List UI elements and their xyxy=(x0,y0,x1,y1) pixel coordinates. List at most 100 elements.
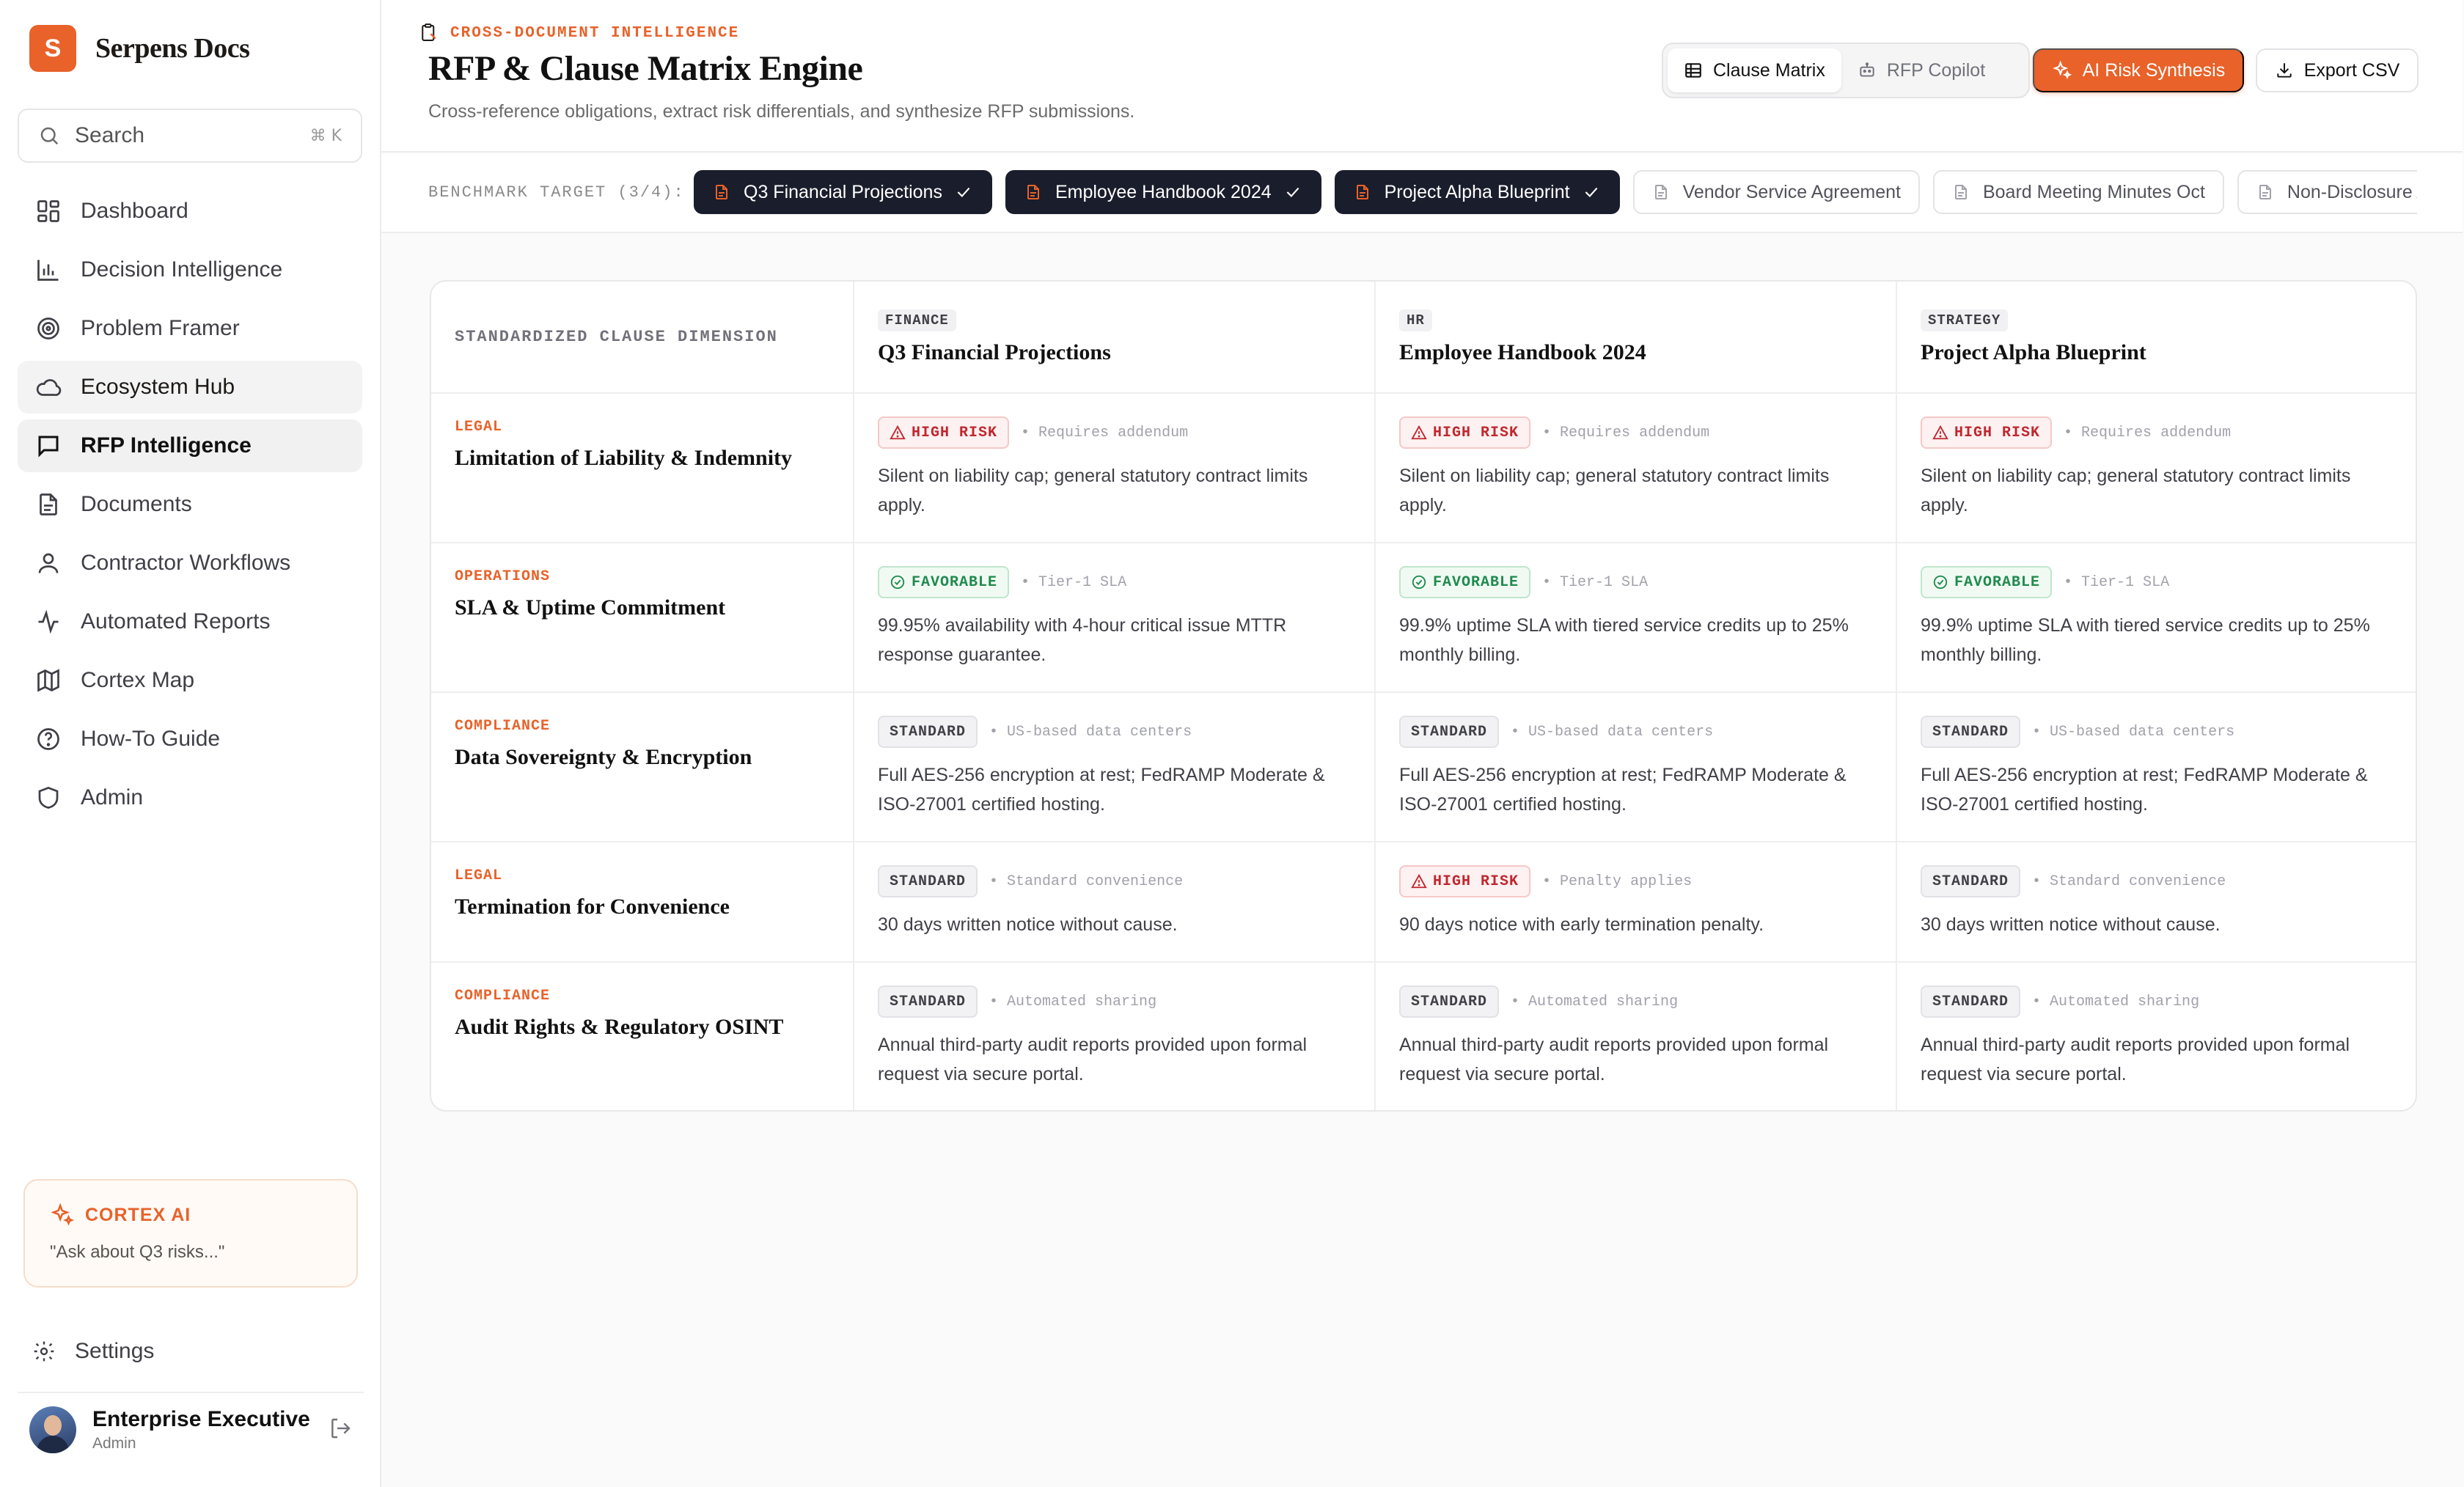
sidebar-item-documents[interactable]: Documents xyxy=(18,478,362,531)
tab-rfp-copilot[interactable]: RFP Copilot xyxy=(1841,48,2001,92)
ai-risk-synthesis-button[interactable]: AI Risk Synthesis xyxy=(2033,48,2244,92)
sidebar-item-label: How-To Guide xyxy=(81,727,221,751)
brand[interactable]: S Serpens Docs xyxy=(29,25,250,72)
table-row: COMPLIANCE Data Sovereignty & Encryption S… xyxy=(431,692,2416,842)
divider xyxy=(18,1392,364,1393)
clause-note: • Tier-1 SLA xyxy=(2064,573,2170,591)
clause-note-text: Standard convenience xyxy=(1007,873,1184,890)
table-row: LEGAL Termination for Convenience STANDARD… xyxy=(431,842,2416,963)
clause-note: • Requires addendum xyxy=(2064,424,2232,441)
clause-description: Silent on liability cap; general statuto… xyxy=(1921,466,2351,515)
tab-clause-matrix[interactable]: Clause Matrix xyxy=(1668,48,1841,92)
clause-cell[interactable]: STANDARD • US-based data centers Full AES-… xyxy=(1375,692,1897,842)
clause-cell[interactable]: STANDARD • US-based data centers Full AES-… xyxy=(854,692,1376,842)
clause-description: 30 days written notice without cause. xyxy=(1921,914,2221,935)
column-header: FINANCE Q3 Financial Projections xyxy=(854,282,1376,394)
clause-note: • US-based data centers xyxy=(1511,723,1714,741)
risk-badge: HIGH RISK xyxy=(1399,416,1531,449)
chip-label: Project Alpha Blueprint xyxy=(1384,181,1570,202)
settings-label: Settings xyxy=(75,1339,155,1363)
target-icon xyxy=(37,317,59,339)
clause-cell[interactable]: STANDARD • Automated sharing Annual third-… xyxy=(854,962,1376,1110)
alert-triangle-icon xyxy=(1411,873,1427,889)
clause-note: • Tier-1 SLA xyxy=(1021,573,1127,591)
settings-link[interactable]: Settings xyxy=(32,1339,154,1364)
clause-name: SLA & Uptime Commitment xyxy=(455,595,726,620)
file-text-icon xyxy=(40,493,57,515)
clause-cell[interactable]: FAVORABLE • Tier-1 SLA 99.95% availability… xyxy=(854,543,1376,693)
sidebar-item-rfp-intelligence[interactable]: RFP Intelligence xyxy=(18,419,362,472)
clause-cell[interactable]: HIGH RISK • Requires addendum Silent on li… xyxy=(854,393,1376,543)
sidebar-item-admin[interactable]: Admin xyxy=(18,771,362,824)
chip-label: Non-Disclosure Agreement xyxy=(2287,181,2417,202)
clause-meta: HIGH RISK • Requires addendum xyxy=(878,416,1351,449)
sidebar-item-label: Decision Intelligence xyxy=(81,257,283,282)
document-chip[interactable]: Board Meeting Minutes Oct xyxy=(1932,170,2224,214)
clause-cell[interactable]: STANDARD • Standard convenience 30 days wr… xyxy=(854,842,1376,963)
clause-cell[interactable]: STANDARD • Standard convenience 30 days wr… xyxy=(1896,842,2416,963)
search-input[interactable] xyxy=(75,123,295,148)
logout-button[interactable] xyxy=(329,1417,352,1444)
chip-label: Vendor Service Agreement xyxy=(1682,181,1901,202)
document-chip[interactable]: Project Alpha Blueprint xyxy=(1334,170,1620,214)
clause-meta: STANDARD • Standard convenience xyxy=(878,864,1351,898)
page-header: CROSS-DOCUMENT INTELLIGENCE RFP & Clause… xyxy=(381,0,2463,153)
clause-note: • US-based data centers xyxy=(989,723,1192,741)
document-chip[interactable]: Vendor Service Agreement xyxy=(1632,170,1920,214)
sidebar-item-label: Dashboard xyxy=(81,199,188,223)
alert-triangle-icon xyxy=(890,425,906,440)
user-role: Admin xyxy=(92,1435,136,1452)
clause-meta: STANDARD • Automated sharing xyxy=(1921,985,2394,1018)
clause-cell[interactable]: STANDARD • US-based data centers Full AES-… xyxy=(1896,692,2416,842)
clause-cell[interactable]: HIGH RISK • Penalty applies 90 days notice… xyxy=(1375,842,1897,963)
sidebar-item-problem-framer[interactable]: Problem Framer xyxy=(18,302,362,355)
clause-matrix-table: STANDARDIZED CLAUSE DIMENSION FINANCE Q3… xyxy=(431,282,2416,1110)
document-chip[interactable]: Q3 Financial Projections xyxy=(694,170,992,214)
sidebar-item-ecosystem-hub[interactable]: Ecosystem Hub xyxy=(18,361,362,414)
sidebar-item-decision-intelligence[interactable]: Decision Intelligence xyxy=(18,243,362,296)
column-title: Project Alpha Blueprint xyxy=(1921,339,2146,364)
sidebar-item-automated-reports[interactable]: Automated Reports xyxy=(18,595,362,648)
clause-cell[interactable]: STANDARD • Automated sharing Annual third-… xyxy=(1375,962,1897,1110)
clause-description: Full AES-256 encryption at rest; FedRAMP… xyxy=(1399,765,1847,815)
clause-note: • US-based data centers xyxy=(2032,723,2235,741)
brand-logo: S xyxy=(29,25,76,72)
sidebar-item-cortex-map[interactable]: Cortex Map xyxy=(18,654,362,707)
risk-badge: STANDARD xyxy=(878,985,978,1018)
clause-cell[interactable]: FAVORABLE • Tier-1 SLA 99.9% uptime SLA wi… xyxy=(1375,543,1897,693)
clause-cell[interactable]: FAVORABLE • Tier-1 SLA 99.9% uptime SLA wi… xyxy=(1896,543,2416,693)
clause-cell[interactable]: HIGH RISK • Requires addendum Silent on li… xyxy=(1896,393,2416,543)
risk-badge-label: FAVORABLE xyxy=(1954,573,2041,591)
cortex-ai-card[interactable]: CORTEX AI "Ask about Q3 risks..." xyxy=(23,1179,358,1288)
user-profile[interactable]: Enterprise Executive Admin xyxy=(29,1406,352,1453)
clause-note-text: US-based data centers xyxy=(1528,723,1714,741)
clause-dimension-cell: LEGAL Limitation of Liability & Indemnity xyxy=(431,393,854,543)
sidebar-item-label: Documents xyxy=(81,492,192,516)
view-toggle: Clause Matrix RFP Copilot xyxy=(1662,43,2030,98)
clause-cell[interactable]: HIGH RISK • Requires addendum Silent on li… xyxy=(1375,393,1897,543)
document-chip[interactable]: Employee Handbook 2024 xyxy=(1005,170,1321,214)
sidebar-item-contractor-workflows[interactable]: Contractor Workflows xyxy=(18,537,362,590)
check-icon xyxy=(1286,187,1299,197)
risk-badge: HIGH RISK xyxy=(1399,865,1531,897)
sidebar-item-how-to-guide[interactable]: How-To Guide xyxy=(18,713,362,765)
risk-badge: FAVORABLE xyxy=(1399,566,1531,598)
sidebar-item-label: Ecosystem Hub xyxy=(81,375,235,399)
search-box[interactable]: ⌘ K xyxy=(18,109,362,163)
clause-dimension-cell: COMPLIANCE Data Sovereignty & Encryption xyxy=(431,692,854,842)
export-csv-button[interactable]: Export CSV xyxy=(2256,48,2419,92)
clause-note: • Tier-1 SLA xyxy=(1542,573,1649,591)
clause-meta: STANDARD • Automated sharing xyxy=(878,985,1351,1018)
page-eyebrow: CROSS-DOCUMENT INTELLIGENCE xyxy=(418,22,739,44)
document-chip[interactable]: Non-Disclosure Agreement xyxy=(2237,170,2417,214)
file-icon xyxy=(1027,185,1039,199)
table-icon xyxy=(1685,63,1701,78)
message-square-icon xyxy=(38,436,59,458)
clause-note-text: Tier-1 SLA xyxy=(2081,573,2170,591)
clause-meta: HIGH RISK • Requires addendum xyxy=(1399,416,1872,449)
clause-description: 99.9% uptime SLA with tiered service cre… xyxy=(1921,615,2370,665)
check-icon xyxy=(957,187,970,197)
clause-cell[interactable]: STANDARD • Automated sharing Annual third-… xyxy=(1896,962,2416,1110)
sidebar-item-dashboard[interactable]: Dashboard xyxy=(18,185,362,238)
clause-matrix: STANDARDIZED CLAUSE DIMENSION FINANCE Q3… xyxy=(430,280,2417,1112)
